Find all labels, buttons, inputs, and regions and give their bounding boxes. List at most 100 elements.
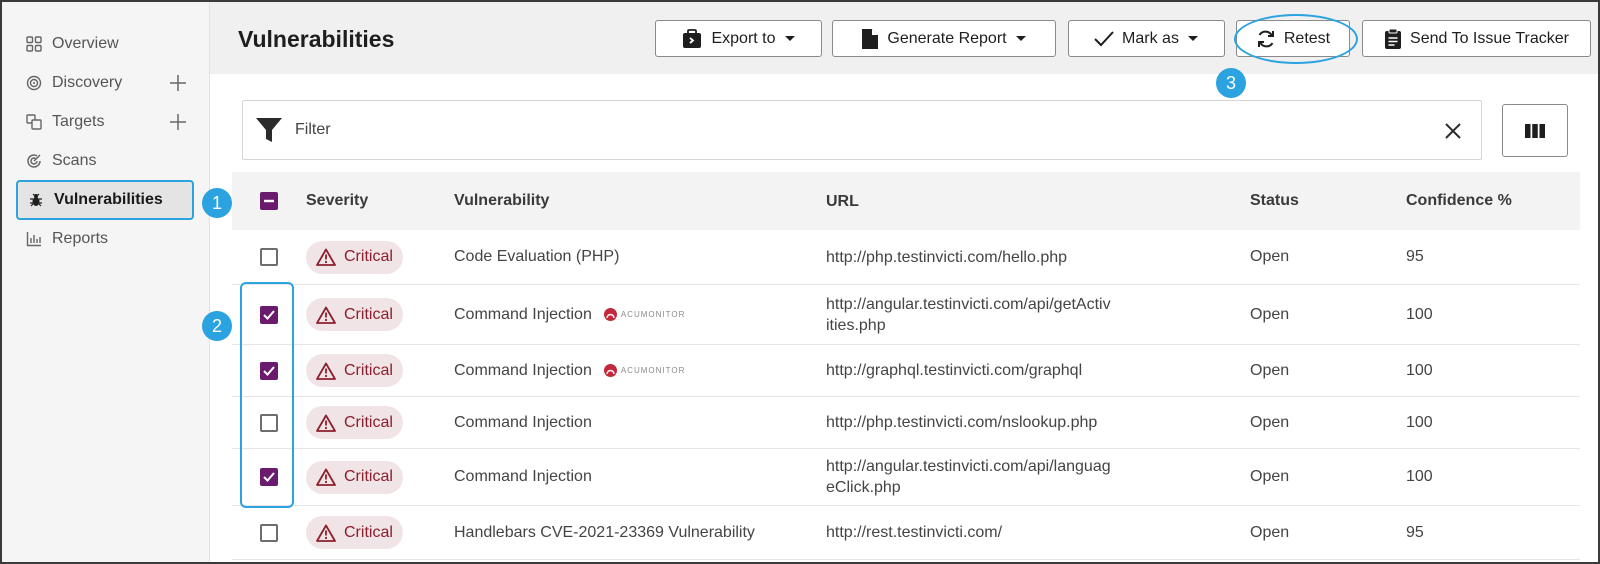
- table-row[interactable]: Critical Handlebars CVE-2021-23369 Vulner…: [232, 506, 1580, 560]
- export-to-button[interactable]: Export to: [655, 20, 822, 57]
- status-cell: Open: [1250, 305, 1290, 323]
- generate-report-button[interactable]: Generate Report: [832, 20, 1056, 57]
- callout-badge-2: 2: [202, 311, 232, 341]
- vulnerability-cell[interactable]: Command Injection ACUMONITOR: [454, 306, 826, 324]
- warning-icon: [316, 468, 336, 486]
- sidebar-item-reports[interactable]: Reports: [16, 219, 194, 259]
- severity-badge: Critical: [306, 406, 403, 439]
- checkmark-icon: [1094, 30, 1114, 46]
- row-select-cell: [232, 248, 306, 266]
- vulnerability-name: Command Injection: [454, 468, 592, 485]
- generate-report-label: Generate Report: [887, 29, 1007, 47]
- targets-icon: [26, 114, 42, 130]
- vulnerability-cell[interactable]: Command Injection: [454, 414, 826, 432]
- confidence-cell: 100: [1406, 361, 1433, 379]
- chart-icon: [26, 231, 42, 247]
- grid-icon: [26, 36, 42, 52]
- column-header-status[interactable]: Status: [1250, 192, 1406, 210]
- retest-highlight: [1234, 14, 1358, 64]
- vulnerabilities-table: Severity Vulnerability URL Status Confid…: [232, 172, 1580, 560]
- url-cell: http://angular.testinvicti.com/api/langu…: [826, 456, 1250, 498]
- table-row[interactable]: Critical Command Injection ACUMONITOR http:…: [232, 285, 1580, 345]
- filter-bar[interactable]: Filter: [242, 100, 1482, 160]
- sidebar-item-overview[interactable]: Overview: [16, 24, 194, 64]
- table-row[interactable]: Critical Command Injection ACUMONITOR http:…: [232, 345, 1580, 397]
- warning-icon: [316, 362, 336, 380]
- callout-badge-3: 3: [1216, 68, 1246, 98]
- sidebar-item-vulnerabilities[interactable]: Vulnerabilities: [16, 180, 194, 220]
- sidebar-item-targets[interactable]: Targets: [16, 102, 194, 142]
- vulnerability-cell[interactable]: Code Evaluation (PHP): [454, 248, 826, 266]
- sidebar: Overview Discovery Targets Scans Vulnera…: [2, 2, 210, 562]
- caret-down-icon: [1187, 35, 1198, 41]
- vulnerability-cell[interactable]: Handlebars CVE-2021-23369 Vulnerability: [454, 524, 826, 542]
- column-header-url[interactable]: URL: [826, 191, 1250, 212]
- severity-cell: Critical: [306, 516, 454, 549]
- confidence-cell: 100: [1406, 413, 1433, 431]
- severity-cell: Critical: [306, 298, 454, 331]
- target-icon: [26, 75, 42, 91]
- warning-icon: [316, 524, 336, 542]
- acumonitor-badge: ACUMONITOR: [603, 308, 686, 321]
- sidebar-item-label: Scans: [52, 152, 97, 169]
- sidebar-item-label: Overview: [52, 35, 119, 52]
- url-text: http://rest.testinvicti.com/: [826, 524, 1003, 541]
- sidebar-item-label: Discovery: [52, 74, 123, 91]
- severity-badge: Critical: [306, 240, 403, 274]
- caret-down-icon: [1015, 35, 1026, 41]
- clipboard-icon: [1385, 28, 1402, 49]
- sidebar-item-label: Reports: [52, 230, 109, 247]
- vulnerability-name: Code Evaluation (PHP): [454, 248, 620, 265]
- row-select-cell: [232, 523, 306, 542]
- url-cell: http://graphql.testinvicti.com/graphql: [826, 360, 1250, 381]
- column-header-severity[interactable]: Severity: [306, 192, 454, 210]
- columns-button[interactable]: [1502, 104, 1568, 157]
- severity-label: Critical: [344, 305, 393, 323]
- callout-badge-1: 1: [202, 188, 232, 218]
- document-icon: [862, 28, 879, 49]
- severity-label: Critical: [344, 468, 393, 485]
- scan-icon: [26, 153, 42, 169]
- severity-badge: Critical: [306, 298, 403, 331]
- selection-highlight: [240, 282, 294, 508]
- export-to-label: Export to: [711, 29, 776, 47]
- table-row[interactable]: Critical Code Evaluation (PHP) http://php.…: [232, 230, 1580, 285]
- acumonitor-badge: ACUMONITOR: [603, 364, 686, 377]
- row-checkbox[interactable]: [260, 523, 278, 542]
- status-cell: Open: [1250, 248, 1290, 265]
- sidebar-item-scans[interactable]: Scans: [16, 141, 194, 181]
- filter-label: Filter: [295, 121, 331, 138]
- sidebar-item-discovery[interactable]: Discovery: [16, 63, 194, 103]
- vulnerability-cell[interactable]: Command Injection: [454, 468, 826, 486]
- vulnerability-name: Command Injection: [454, 413, 592, 431]
- severity-label: Critical: [344, 248, 393, 265]
- url-text: http://angular.testinvicti.com/api/langu…: [826, 458, 1111, 475]
- send-to-issue-tracker-label: Send To Issue Tracker: [1410, 29, 1569, 47]
- table-row[interactable]: Critical Command Injection http://angular.…: [232, 449, 1580, 506]
- table-body: Critical Code Evaluation (PHP) http://php.…: [232, 230, 1580, 560]
- send-to-issue-tracker-button[interactable]: Send To Issue Tracker: [1362, 20, 1591, 57]
- confidence-cell: 95: [1406, 248, 1424, 265]
- plus-icon[interactable]: [168, 73, 188, 93]
- mark-as-label: Mark as: [1122, 29, 1179, 47]
- select-all-checkbox[interactable]: [260, 192, 278, 210]
- vulnerability-cell[interactable]: Command Injection ACUMONITOR: [454, 362, 826, 380]
- table-row[interactable]: Critical Command Injection http://php.test…: [232, 397, 1580, 449]
- severity-cell: Critical: [306, 354, 454, 387]
- funnel-icon: [256, 118, 282, 142]
- url-cell: http://php.testinvicti.com/hello.php: [826, 247, 1250, 268]
- mark-as-button[interactable]: Mark as: [1068, 20, 1225, 57]
- warning-icon: [316, 248, 336, 266]
- severity-cell: Critical: [306, 240, 454, 274]
- row-checkbox[interactable]: [260, 248, 278, 266]
- close-icon[interactable]: [1443, 121, 1463, 141]
- sidebar-item-label: Targets: [52, 113, 105, 130]
- vulnerability-name: Command Injection: [454, 305, 592, 323]
- column-header-confidence[interactable]: Confidence %: [1406, 192, 1580, 210]
- acumonitor-label: ACUMONITOR: [620, 366, 686, 375]
- status-cell: Open: [1250, 413, 1290, 431]
- sidebar-item-label: Vulnerabilities: [54, 191, 163, 208]
- severity-label: Critical: [344, 361, 393, 379]
- column-header-vulnerability[interactable]: Vulnerability: [454, 192, 826, 210]
- plus-icon[interactable]: [168, 112, 188, 132]
